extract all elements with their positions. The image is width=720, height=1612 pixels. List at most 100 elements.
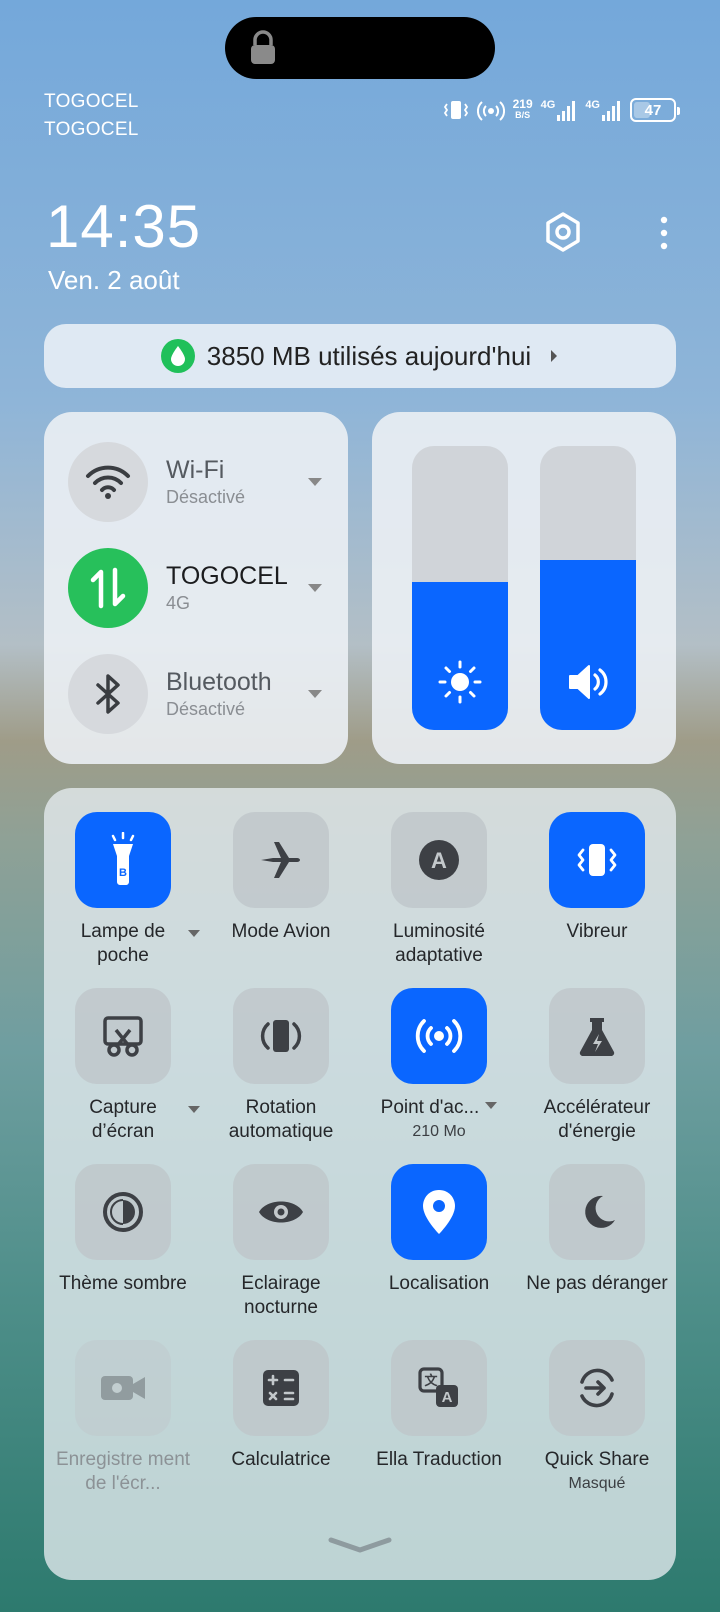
net-speed-unit: B/S xyxy=(515,110,531,120)
data-usage-text: 3850 MB utilisés aujourd'hui xyxy=(206,340,532,371)
dark-theme-icon[interactable] xyxy=(75,1164,171,1260)
wifi-expand-caret[interactable] xyxy=(308,478,322,486)
tile-label: Lampe de poche xyxy=(44,920,202,968)
tile-translate[interactable]: 文 A Ella Traduction xyxy=(360,1340,518,1472)
bluetooth-expand-caret[interactable] xyxy=(308,690,322,698)
svg-text:A: A xyxy=(442,1389,453,1406)
bluetooth-status: Désactivé xyxy=(166,699,246,719)
carrier-names: TOGOCEL TOGOCEL xyxy=(44,88,139,144)
signal-icon xyxy=(557,101,576,121)
tile-location[interactable]: Localisation xyxy=(360,1164,518,1296)
airplane-icon[interactable] xyxy=(233,812,329,908)
translate-label: Ella Traduction xyxy=(376,1449,502,1470)
night-light-label: Eclairage nocturne xyxy=(241,1273,321,1318)
location-label: Localisation xyxy=(388,1273,490,1294)
network-type-1: 4G xyxy=(540,99,556,111)
svg-text:A: A xyxy=(431,848,447,873)
settings-icon xyxy=(546,212,580,252)
wifi-icon[interactable] xyxy=(68,442,148,522)
battery-level: 47 xyxy=(644,101,662,119)
carrier-2: TOGOCEL xyxy=(44,119,139,140)
connectivity-panel: Wi-Fi Désactivé TOGOCEL 4G Bluetooth Dés… xyxy=(44,412,348,764)
vibrate-icon xyxy=(443,101,468,119)
translate-icon[interactable]: 文 A xyxy=(391,1340,487,1436)
bluetooth-label: Bluetooth xyxy=(166,668,272,696)
volume-slider[interactable] xyxy=(540,446,636,730)
mobile-data-toggle[interactable]: TOGOCEL 4G xyxy=(68,548,338,628)
net-speed: 219 B/S xyxy=(513,98,533,121)
tile-night-light[interactable]: Eclairage nocturne xyxy=(202,1164,360,1320)
tile-flashlight[interactable]: B Lampe de poche xyxy=(44,812,202,968)
svg-text:B: B xyxy=(119,867,127,879)
do-not-disturb-label: Ne pas déranger xyxy=(526,1273,668,1294)
power-booster-label: Accélérateur d'énergie xyxy=(543,1097,651,1142)
tile-screen-record[interactable]: Enregistre ment de l'écr... xyxy=(44,1340,202,1496)
more-options-button[interactable] xyxy=(650,210,678,256)
tile-screenshot[interactable]: Capture d’écran xyxy=(44,988,202,1144)
settings-button[interactable] xyxy=(540,209,586,255)
tile-vibrate[interactable]: Vibreur xyxy=(518,812,676,944)
tile-adaptive-brightness[interactable]: A Luminosité adaptative xyxy=(360,812,518,968)
data-drop-icon xyxy=(160,339,195,373)
tile-auto-rotate[interactable]: Rotation automatique xyxy=(202,988,360,1144)
calculator-label: Calculatrice xyxy=(231,1449,331,1470)
brightness-slider[interactable] xyxy=(412,446,508,730)
hotspot-icon xyxy=(476,101,505,121)
tile-label: Quick Share Masqué xyxy=(518,1448,676,1496)
date[interactable]: Ven. 2 août xyxy=(48,265,180,296)
tile-hotspot[interactable]: Point d'ac... 210 Mo xyxy=(360,988,518,1144)
location-icon[interactable] xyxy=(391,1164,487,1260)
tile-calculator[interactable]: Calculatrice xyxy=(202,1340,360,1472)
volume-icon xyxy=(569,665,608,699)
bluetooth-icon[interactable] xyxy=(68,654,148,734)
quick-share-status: Masqué xyxy=(568,1475,626,1492)
screenshot-icon[interactable] xyxy=(75,988,171,1084)
mobile-data-status: 4G xyxy=(166,593,191,613)
bluetooth-toggle[interactable]: Bluetooth Désactivé xyxy=(68,654,338,734)
chevron-down-icon[interactable] xyxy=(188,1106,200,1113)
eye-icon[interactable] xyxy=(233,1164,329,1260)
battery-indicator: 47 xyxy=(630,98,680,122)
data-usage-banner[interactable]: 3850 MB utilisés aujourd'hui xyxy=(44,324,676,388)
rotation-icon[interactable] xyxy=(233,988,329,1084)
share-icon[interactable] xyxy=(549,1340,645,1436)
status-icons: 219 B/S 4G 4G 47 xyxy=(443,95,680,125)
chevron-down-icon[interactable] xyxy=(188,930,200,937)
flashlight-label: Lampe de poche xyxy=(80,921,166,966)
dark-theme-label: Thème sombre xyxy=(59,1273,187,1294)
wifi-status: Désactivé xyxy=(166,487,246,507)
vibrate-label: Vibreur xyxy=(566,921,628,942)
wifi-toggle[interactable]: Wi-Fi Désactivé xyxy=(68,442,338,522)
chevron-down-icon[interactable] xyxy=(485,1102,498,1110)
mobile-data-label: TOGOCEL xyxy=(166,562,288,590)
moon-icon[interactable] xyxy=(549,1164,645,1260)
hotspot-icon[interactable] xyxy=(391,988,487,1084)
auto-brightness-icon[interactable]: A xyxy=(391,812,487,908)
hotspot-usage: 210 Mo xyxy=(412,1123,466,1140)
airplane-label: Mode Avion xyxy=(231,921,331,942)
calculator-icon[interactable] xyxy=(233,1340,329,1436)
wifi-label: Wi-Fi xyxy=(166,456,225,484)
signal-1: 4G xyxy=(541,99,578,121)
hotspot-label: Point d'ac... xyxy=(380,1097,480,1118)
signal-icon xyxy=(602,101,620,121)
quick-share-label: Quick Share xyxy=(544,1449,650,1470)
tile-airplane-mode[interactable]: Mode Avion xyxy=(202,812,360,944)
tile-quick-share[interactable]: Quick Share Masqué xyxy=(518,1340,676,1496)
flask-icon[interactable] xyxy=(549,988,645,1084)
tile-do-not-disturb[interactable]: Ne pas déranger xyxy=(518,1164,676,1296)
expand-handle-icon[interactable] xyxy=(325,1534,395,1556)
vibrate-icon[interactable] xyxy=(549,812,645,908)
sliders-panel xyxy=(372,412,676,764)
lock-icon xyxy=(251,30,275,64)
clock[interactable]: 14:35 xyxy=(46,192,201,261)
signal-2: 4G xyxy=(585,99,622,121)
tile-dark-theme[interactable]: Thème sombre xyxy=(44,1164,202,1296)
flashlight-icon[interactable]: B xyxy=(75,812,171,908)
chevron-right-icon xyxy=(551,350,558,362)
mobile-data-expand-caret[interactable] xyxy=(308,584,322,592)
network-type-2: 4G xyxy=(585,99,600,111)
tile-power-booster[interactable]: Accélérateur d'énergie xyxy=(518,988,676,1144)
screen-record-icon[interactable] xyxy=(75,1340,171,1436)
mobile-data-icon[interactable] xyxy=(68,548,148,628)
